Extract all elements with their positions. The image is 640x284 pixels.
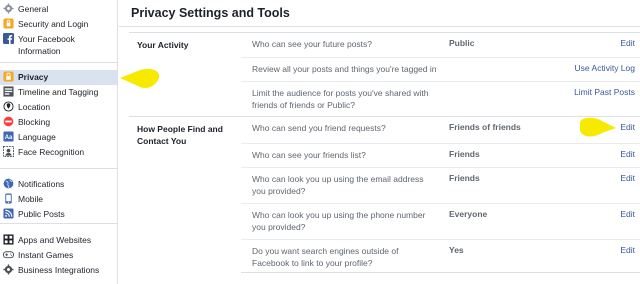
sidebar-item-label: Apps and Websites [18, 235, 92, 245]
sidebar-item-public-posts[interactable]: Public Posts [0, 207, 117, 222]
sidebar-group-privacy: Privacy Timeline and Tagging Location Bl… [0, 63, 117, 169]
edit-link[interactable]: Edit [620, 149, 635, 159]
sidebar-item-timeline-and-tagging[interactable]: Timeline and Tagging [0, 85, 117, 100]
privacy-settings-panel: Privacy Settings and Tools Your Activity… [119, 0, 640, 284]
sidebar-item-label: Public Posts [18, 209, 65, 219]
globe-icon [3, 178, 14, 189]
sidebar-item-your-facebook-information[interactable]: Your Facebook Information [0, 32, 117, 58]
sidebar-item-general[interactable]: General [0, 2, 117, 17]
sidebar-item-label: Mobile [18, 194, 44, 204]
sidebar-item-mobile[interactable]: Mobile [0, 192, 117, 207]
sidebar-group-apps: Apps and Websites Instant Games Business… [0, 224, 117, 282]
edit-link[interactable]: Edit [620, 38, 635, 48]
section-your-activity: Your Activity Who can see your future po… [129, 32, 640, 112]
setting-value: Friends [449, 149, 480, 159]
sidebar-item-label: Security and Login [18, 19, 89, 29]
mobile-icon [3, 193, 14, 204]
setting-question: Who can see your future posts? [252, 39, 373, 49]
settings-row-future-posts: Who can see your future posts? Public Ed… [241, 33, 640, 57]
section-heading: How People Find and Contact You [137, 124, 223, 146]
settings-row-friends-list: Who can see your friends list? Friends E… [241, 143, 640, 167]
edit-link[interactable]: Edit [620, 245, 635, 255]
setting-value: Friends [449, 173, 480, 183]
sidebar-item-face-recognition[interactable]: Face Recognition [0, 145, 117, 160]
sidebar-item-notifications[interactable]: Notifications [0, 177, 117, 192]
sidebar-item-apps-and-websites[interactable]: Apps and Websites [0, 233, 117, 248]
settings-row-lookup-email: Who can look you up using the email addr… [241, 167, 640, 203]
language-icon: Aa [3, 131, 14, 142]
settings-row-limit-past-posts: Limit the audience for posts you've shar… [241, 81, 640, 113]
sidebar-item-label: Face Recognition [18, 147, 85, 157]
edit-link[interactable]: Edit [620, 122, 635, 132]
edit-link[interactable]: Edit [620, 173, 635, 183]
sidebar-group-account: General Security and Login Your Facebook… [0, 0, 117, 63]
settings-row-lookup-phone: Who can look you up using the phone numb… [241, 203, 640, 239]
section-how-people-find-you: How People Find and Contact You Who can … [129, 116, 640, 273]
sidebar-item-label: Privacy [18, 72, 49, 82]
setting-question: Who can send you friend requests? [252, 123, 386, 133]
sidebar-item-label: Notifications [18, 179, 65, 189]
setting-question: Do you want search engines outside of Fa… [252, 246, 399, 268]
sidebar-item-instant-games[interactable]: Instant Games [0, 248, 117, 263]
use-activity-log-link[interactable]: Use Activity Log [575, 63, 635, 73]
page-title: Privacy Settings and Tools [131, 6, 290, 20]
setting-question: Limit the audience for posts you've shar… [252, 88, 429, 110]
gear-icon [3, 3, 14, 14]
sidebar-item-location[interactable]: Location [0, 100, 117, 115]
sidebar-item-language[interactable]: Aa Language [0, 130, 117, 145]
facebook-icon [3, 33, 14, 44]
settings-sidebar: General Security and Login Your Facebook… [0, 0, 118, 284]
face-recognition-icon [3, 146, 14, 157]
lock-icon [3, 71, 14, 82]
sidebar-item-label: General [18, 4, 49, 14]
svg-text:Aa: Aa [5, 135, 13, 141]
sidebar-item-security[interactable]: Security and Login [0, 17, 117, 32]
setting-question: Review all your posts and things you're … [252, 64, 437, 74]
rss-icon [3, 208, 14, 219]
setting-value: Public [449, 38, 475, 48]
sidebar-item-label: Business Integrations [18, 265, 100, 275]
location-icon [3, 101, 14, 112]
setting-question: Who can look you up using the phone numb… [252, 210, 426, 232]
business-icon [3, 264, 14, 275]
sidebar-item-privacy[interactable]: Privacy [0, 70, 117, 85]
section-heading: Your Activity [137, 40, 189, 50]
sidebar-item-business-integrations[interactable]: Business Integrations [0, 263, 117, 278]
sidebar-item-label: Your Facebook Information [18, 34, 75, 56]
sidebar-group-notifications: Notifications Mobile Public Posts [0, 169, 117, 224]
edit-link[interactable]: Edit [620, 209, 635, 219]
sidebar-item-label: Instant Games [18, 250, 74, 260]
setting-value: Yes [449, 245, 464, 255]
settings-row-activity-log: Review all your posts and things you're … [241, 57, 640, 81]
settings-row-search-engines: Do you want search engines outside of Fa… [241, 239, 640, 273]
setting-question: Who can see your friends list? [252, 150, 366, 160]
sidebar-item-blocking[interactable]: Blocking [0, 115, 117, 130]
sidebar-item-label: Location [18, 102, 51, 112]
timeline-icon [3, 86, 14, 97]
title-divider [119, 26, 640, 27]
gamepad-icon [3, 249, 14, 260]
limit-past-posts-link[interactable]: Limit Past Posts [574, 87, 635, 97]
highlight-marker-friend-requests [580, 117, 616, 137]
apps-icon [3, 234, 14, 245]
setting-question: Who can look you up using the email addr… [252, 174, 424, 196]
sidebar-item-label: Blocking [18, 117, 51, 127]
shield-icon [3, 18, 14, 29]
setting-value: Everyone [449, 209, 488, 219]
sidebar-item-label: Timeline and Tagging [18, 87, 99, 97]
block-icon [3, 116, 14, 127]
sidebar-item-label: Language [18, 132, 56, 142]
setting-value: Friends of friends [449, 122, 521, 132]
